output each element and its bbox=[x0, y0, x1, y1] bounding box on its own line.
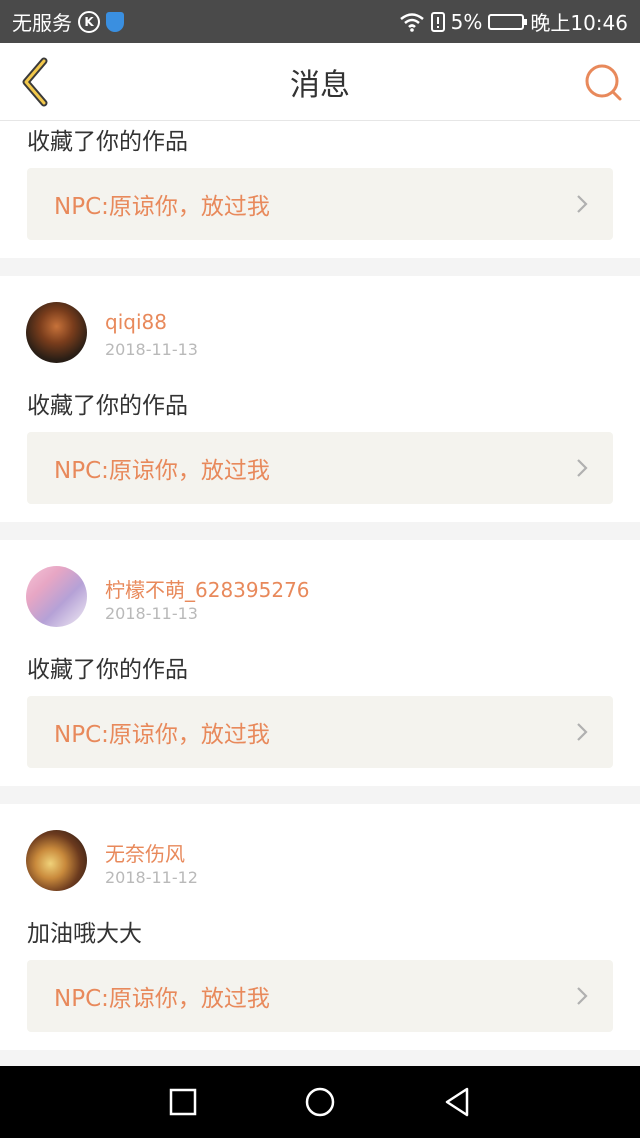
avatar[interactable] bbox=[26, 302, 87, 363]
username[interactable]: qiqi88 bbox=[105, 310, 167, 334]
quoted-work-link[interactable]: NPC:原谅你，放过我 bbox=[27, 960, 613, 1032]
back-nav-button[interactable] bbox=[442, 1086, 472, 1118]
shield-icon bbox=[106, 11, 124, 32]
username[interactable]: 无奈伤风 bbox=[105, 838, 185, 867]
quoted-work-link[interactable]: NPC:原谅你，放过我 bbox=[27, 432, 613, 504]
home-button[interactable] bbox=[304, 1086, 336, 1118]
timestamp: 2018-11-13 bbox=[105, 604, 198, 623]
sim-alert-icon bbox=[430, 11, 445, 32]
quoted-work-title: NPC:原谅你，放过我 bbox=[54, 986, 270, 1012]
message-card: 收藏了你的作品 NPC:原谅你，放过我 bbox=[0, 121, 640, 258]
wifi-icon bbox=[399, 12, 424, 32]
chevron-right-icon bbox=[577, 195, 588, 213]
avatar[interactable] bbox=[26, 830, 87, 891]
app-header: 消息 bbox=[0, 43, 640, 121]
quoted-work-link[interactable]: NPC:原谅你，放过我 bbox=[27, 696, 613, 768]
avatar[interactable] bbox=[26, 566, 87, 627]
quoted-work-title: NPC:原谅你，放过我 bbox=[54, 722, 270, 748]
status-bar: 无服务 K 5% 晚上10:46 bbox=[0, 0, 640, 43]
message-text: 收藏了你的作品 bbox=[27, 129, 188, 155]
message-card: qiqi88 2018-11-13 收藏了你的作品 NPC:原谅你，放过我 bbox=[0, 276, 640, 522]
message-text: 收藏了你的作品 bbox=[27, 657, 188, 683]
quoted-work-title: NPC:原谅你，放过我 bbox=[54, 194, 270, 220]
page-title: 消息 bbox=[290, 67, 350, 103]
chevron-right-icon bbox=[577, 723, 588, 741]
timestamp: 2018-11-13 bbox=[105, 340, 198, 359]
message-list[interactable]: 收藏了你的作品 NPC:原谅你，放过我 qiqi88 2018-11-13 收藏… bbox=[0, 121, 640, 1066]
battery-icon bbox=[488, 13, 528, 30]
chevron-right-icon bbox=[577, 987, 588, 1005]
back-button[interactable] bbox=[14, 57, 58, 107]
quoted-work-link[interactable]: NPC:原谅你，放过我 bbox=[27, 168, 613, 240]
chevron-right-icon bbox=[577, 459, 588, 477]
recent-apps-button[interactable] bbox=[168, 1087, 198, 1117]
battery-percent: 5% bbox=[450, 9, 483, 34]
k-badge-icon: K bbox=[78, 10, 100, 33]
carrier-text: 无服务 bbox=[12, 11, 72, 35]
status-left: 无服务 K bbox=[12, 7, 124, 36]
username[interactable]: 柠檬不萌_628395276 bbox=[105, 574, 310, 603]
quoted-work-title: NPC:原谅你，放过我 bbox=[54, 458, 270, 484]
search-icon[interactable] bbox=[582, 61, 626, 105]
message-card: 柠檬不萌_628395276 2018-11-13 收藏了你的作品 NPC:原谅… bbox=[0, 540, 640, 786]
message-text: 收藏了你的作品 bbox=[27, 393, 188, 419]
clock: 晚上10:46 bbox=[530, 11, 628, 35]
timestamp: 2018-11-12 bbox=[105, 868, 198, 887]
status-right: 5% 晚上10:46 bbox=[399, 7, 628, 36]
system-nav-bar bbox=[0, 1066, 640, 1138]
message-text: 加油哦大大 bbox=[27, 921, 142, 947]
message-card: 无奈伤风 2018-11-12 加油哦大大 NPC:原谅你，放过我 bbox=[0, 804, 640, 1050]
